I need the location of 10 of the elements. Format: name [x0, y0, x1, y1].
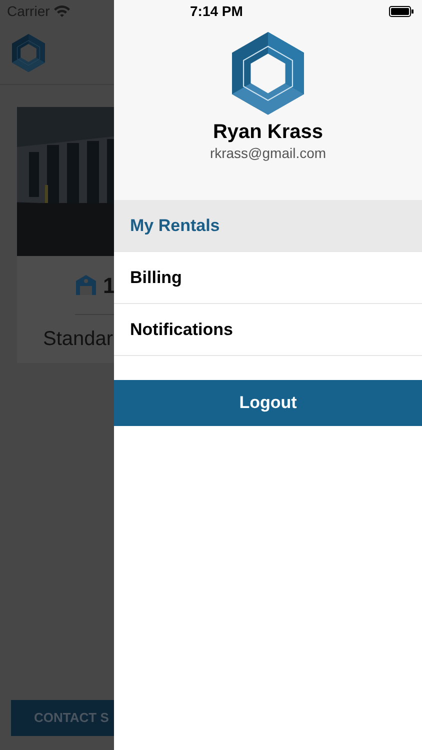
logout-button[interactable]: Logout — [114, 380, 422, 426]
profile-email: rkrass@gmail.com — [210, 144, 326, 162]
app-logo — [12, 34, 45, 72]
status-time: 7:14 PM — [190, 2, 243, 20]
menu-item[interactable]: My Rentals — [114, 200, 422, 252]
battery-icon — [389, 6, 414, 17]
wifi-icon — [54, 5, 70, 17]
profile-name: Ryan Krass — [212, 120, 324, 145]
warehouse-icon — [75, 274, 97, 296]
unit-type: Standar — [43, 327, 114, 352]
